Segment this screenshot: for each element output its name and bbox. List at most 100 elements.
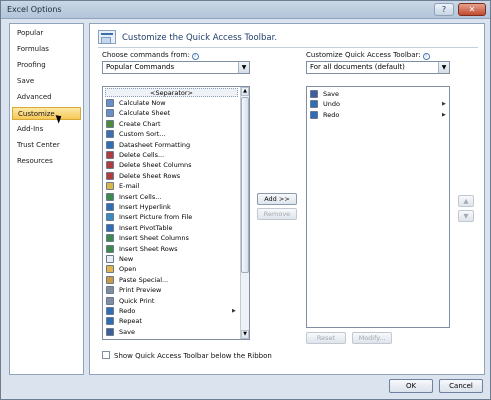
- list-item-label: Undo: [323, 100, 340, 109]
- list-item[interactable]: Paste Special...: [105, 275, 239, 285]
- datasheet-icon: [106, 140, 114, 149]
- list-item[interactable]: Repeat: [105, 316, 239, 326]
- redo-icon: [106, 307, 114, 315]
- list-item[interactable]: Delete Sheet Columns: [105, 160, 239, 170]
- list-item[interactable]: E-mail: [105, 181, 239, 191]
- list-item[interactable]: Insert PivotTable: [105, 223, 239, 233]
- list-item[interactable]: Calculate Now: [105, 98, 239, 108]
- sidebar: Popular Formulas Proofing Save Advanced …: [9, 23, 84, 375]
- remove-button[interactable]: Remove: [257, 208, 297, 220]
- toolbar-commands-list[interactable]: Save Undo ▶ Redo ▶: [306, 86, 450, 328]
- list-item[interactable]: Print Preview: [105, 285, 239, 295]
- list-item[interactable]: New: [105, 254, 239, 264]
- undo-icon: [310, 100, 318, 109]
- customize-panel: Customize the Quick Access Toolbar. Choo…: [89, 23, 485, 375]
- show-below-ribbon-checkbox[interactable]: [102, 351, 110, 359]
- info-icon: i: [191, 53, 199, 60]
- reset-button[interactable]: Reset: [306, 332, 346, 344]
- choose-commands-label-text: Choose commands from:: [102, 51, 190, 59]
- sort-icon: [106, 130, 114, 139]
- commands-scrollbar[interactable]: ▲ ▼: [240, 87, 249, 339]
- list-item[interactable]: Custom Sort...: [105, 129, 239, 139]
- repeat-icon: [106, 317, 114, 326]
- save-icon: [106, 327, 114, 336]
- show-below-ribbon-label[interactable]: Show Quick Access Toolbar below the Ribb…: [114, 352, 272, 360]
- printer-icon: [106, 296, 114, 305]
- list-item[interactable]: Save: [309, 89, 447, 99]
- choose-commands-label: Choose commands from: i: [102, 51, 199, 60]
- list-item[interactable]: Insert Picture from File: [105, 212, 239, 222]
- toolbar-icon: [98, 30, 116, 44]
- submenu-arrow-icon: ▶: [442, 111, 446, 118]
- cancel-button[interactable]: Cancel: [439, 379, 483, 393]
- separator-item[interactable]: <Separator>: [105, 88, 238, 97]
- list-item-label: Delete Sheet Rows: [119, 171, 181, 180]
- window-title: Excel Options: [7, 5, 62, 14]
- list-item-label: Calculate Sheet: [119, 109, 171, 118]
- sidebar-item-advanced[interactable]: Advanced: [12, 91, 81, 104]
- sidebar-item-save[interactable]: Save: [12, 75, 81, 88]
- customize-toolbar-value: For all documents (default): [310, 63, 405, 71]
- calc-sheet-icon: [106, 109, 114, 118]
- list-item[interactable]: Create Chart: [105, 119, 239, 129]
- list-item[interactable]: Insert Hyperlink: [105, 202, 239, 212]
- list-item-label: Create Chart: [119, 119, 161, 128]
- pivot-icon: [106, 223, 114, 232]
- chart-icon: [106, 119, 114, 128]
- customize-toolbar-dropdown[interactable]: For all documents (default) ▼: [306, 61, 450, 74]
- modify-button[interactable]: Modify...: [352, 332, 392, 344]
- list-item[interactable]: Insert Sheet Rows: [105, 244, 239, 254]
- paste-icon: [106, 275, 114, 284]
- sidebar-item-customize[interactable]: Customize: [12, 107, 81, 120]
- list-item[interactable]: Open: [105, 264, 239, 274]
- list-item[interactable]: Insert Cells...: [105, 192, 239, 202]
- list-item[interactable]: Datasheet Formatting: [105, 140, 239, 150]
- info-icon: i: [422, 53, 430, 60]
- list-item[interactable]: Quick Print: [105, 296, 239, 306]
- submenu-arrow-icon: ▶: [442, 101, 446, 108]
- list-item[interactable]: Save: [105, 327, 239, 337]
- list-item-label: Save: [119, 327, 135, 336]
- sidebar-item-trust-center[interactable]: Trust Center: [12, 139, 81, 152]
- title-bar: Excel Options ? ✕: [1, 1, 490, 19]
- insert-cells-icon: [106, 192, 114, 201]
- list-item-label: Repeat: [119, 317, 142, 326]
- sidebar-item-popular[interactable]: Popular: [12, 27, 81, 40]
- new-doc-icon: [106, 255, 114, 263]
- folder-icon: [106, 265, 114, 274]
- scroll-down-icon[interactable]: ▼: [241, 330, 249, 339]
- list-item[interactable]: Redo ▶: [309, 110, 447, 120]
- list-item[interactable]: Redo ▶: [105, 306, 239, 316]
- ok-button[interactable]: OK: [389, 379, 433, 393]
- header-divider: [98, 47, 478, 48]
- list-item-label: E-mail: [119, 182, 140, 191]
- list-item-label: Insert Picture from File: [119, 213, 193, 222]
- list-item[interactable]: Calculate Sheet: [105, 108, 239, 118]
- list-item[interactable]: Delete Cells...: [105, 150, 239, 160]
- scroll-thumb[interactable]: [241, 97, 249, 273]
- chevron-down-icon[interactable]: ▼: [238, 62, 249, 73]
- move-down-button[interactable]: ▼: [458, 210, 474, 222]
- chevron-down-icon[interactable]: ▼: [438, 62, 449, 73]
- list-item-label: Insert Cells...: [119, 192, 162, 201]
- sidebar-item-formulas[interactable]: Formulas: [12, 43, 81, 56]
- sidebar-item-add-ins[interactable]: Add-Ins: [12, 123, 81, 136]
- list-item[interactable]: Delete Sheet Rows: [105, 171, 239, 181]
- move-up-button[interactable]: ▲: [458, 195, 474, 207]
- help-button[interactable]: ?: [434, 3, 454, 16]
- list-item-label: Insert Sheet Rows: [119, 244, 178, 253]
- list-item[interactable]: Insert Sheet Columns: [105, 233, 239, 243]
- excel-options-dialog: Excel Options ? ✕ Popular Formulas Proof…: [0, 0, 491, 400]
- list-item[interactable]: Undo ▶: [309, 99, 447, 109]
- scroll-up-icon[interactable]: ▲: [241, 87, 249, 96]
- list-item-label: Datasheet Formatting: [119, 140, 191, 149]
- sidebar-item-proofing[interactable]: Proofing: [12, 59, 81, 72]
- available-commands-list[interactable]: <Separator> Calculate Now Calculate Sheet…: [102, 86, 250, 340]
- sidebar-item-resources[interactable]: Resources: [12, 155, 81, 168]
- customize-toolbar-label: Customize Quick Access Toolbar: i: [306, 51, 430, 60]
- add-button[interactable]: Add >>: [257, 193, 297, 205]
- close-button[interactable]: ✕: [458, 3, 486, 16]
- panel-title: Customize the Quick Access Toolbar.: [122, 33, 278, 43]
- list-item-label: Redo: [119, 307, 136, 315]
- choose-commands-dropdown[interactable]: Popular Commands ▼: [102, 61, 250, 74]
